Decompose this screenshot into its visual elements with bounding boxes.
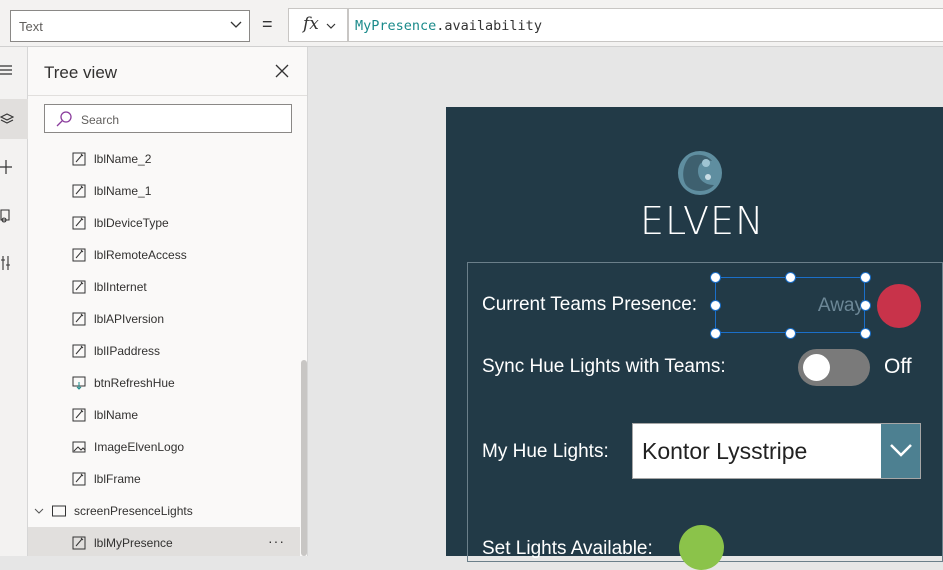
divider (28, 95, 307, 96)
hamburger-icon[interactable] (0, 51, 28, 91)
presence-value-selected[interactable]: Away (715, 277, 865, 333)
tree-item[interactable]: lblRemoteAccess (28, 239, 300, 271)
chevron-down-icon (890, 444, 912, 457)
tree-view-panel: Tree view Search lblName_2 lblName_1 lbl… (28, 47, 308, 556)
tree-item-label: lblName (94, 408, 139, 422)
close-icon[interactable] (274, 63, 290, 79)
controls-icon[interactable] (0, 243, 28, 283)
tree-item[interactable]: lblFrame (28, 463, 300, 495)
tree-item[interactable]: lblName_1 (28, 175, 300, 207)
dropdown-value: Kontor Lysstripe (642, 438, 808, 464)
tree-item-label: lblDeviceType (94, 216, 169, 230)
property-select-value: Text (19, 19, 43, 34)
tree-items: lblName_2 lblName_1 lblDeviceType lblRem… (28, 143, 300, 556)
fx-button[interactable]: fx (288, 8, 348, 42)
label-icon (72, 248, 86, 262)
plus-icon[interactable] (0, 147, 28, 187)
elven-logo-icon (678, 151, 722, 195)
tree-item-label: lblFrame (94, 472, 141, 486)
label-icon (72, 184, 86, 198)
tree-item-selected[interactable]: lblMyPresence ··· (28, 527, 300, 556)
tree-item[interactable]: ImageElvenLogo (28, 431, 300, 463)
resize-handle[interactable] (710, 328, 721, 339)
screen-icon (52, 505, 66, 517)
label-icon (72, 408, 86, 422)
tree-item-label: ImageElvenLogo (94, 440, 185, 454)
tree-item[interactable]: btnRefreshHue (28, 367, 300, 399)
chevron-down-icon[interactable] (34, 506, 44, 516)
sync-toggle[interactable] (798, 349, 870, 386)
property-select[interactable]: Text (10, 10, 250, 42)
tree-item-label: lblName_2 (94, 152, 152, 166)
tree-item[interactable]: lblAPIversion (28, 303, 300, 335)
more-options-icon[interactable]: ··· (268, 533, 285, 549)
sync-toggle-state: Off (884, 355, 912, 378)
search-placeholder: Search (81, 113, 120, 127)
label-icon (72, 472, 86, 486)
tree-item[interactable]: lblDeviceType (28, 207, 300, 239)
tree-item[interactable]: lblName (28, 399, 300, 431)
resize-handle[interactable] (860, 328, 871, 339)
app-screen: ELVEN Current Teams Presence: Away Sync … (446, 107, 943, 570)
toggle-knob (803, 354, 830, 381)
tree-item-label: btnRefreshHue (94, 376, 175, 390)
label-icon (72, 312, 86, 326)
presence-status-circle (877, 284, 921, 328)
tree-item-screen[interactable]: screenPresenceLights (28, 495, 300, 527)
tree-scrollbar[interactable] (301, 360, 307, 556)
tree-item-label: screenPresenceLights (74, 504, 193, 518)
formula-member: .availability (436, 18, 542, 34)
resize-handle[interactable] (710, 300, 721, 311)
button-icon (72, 376, 86, 390)
label-icon (72, 344, 86, 358)
tree-item-label: lblMyPresence (94, 536, 173, 550)
tree-item-label: lblAPIversion (94, 312, 165, 326)
chevron-down-icon (230, 21, 242, 28)
tree-view-title: Tree view (44, 63, 118, 82)
formula-input[interactable]: MyPresence.availability (348, 8, 943, 42)
set-available-button[interactable] (679, 525, 724, 570)
chevron-down-icon (326, 23, 336, 29)
tree-item[interactable]: lblName_2 (28, 143, 300, 175)
resize-handle[interactable] (860, 272, 871, 283)
resize-handle[interactable] (710, 272, 721, 283)
formula-bar: Text = fx MyPresence.availability (0, 0, 943, 47)
presence-label: Current Teams Presence: (482, 294, 698, 315)
label-icon (72, 280, 86, 294)
set-available-label: Set Lights Available: (482, 538, 653, 559)
tree-item[interactable]: lblInternet (28, 271, 300, 303)
fx-icon: fx (303, 14, 319, 34)
formula-identifier: MyPresence (355, 18, 437, 34)
search-icon (56, 111, 72, 127)
sync-label: Sync Hue Lights with Teams: (482, 356, 726, 377)
tree-search-input[interactable]: Search (44, 104, 292, 133)
resize-handle[interactable] (785, 328, 796, 339)
tree-item[interactable]: lblIPaddress (28, 335, 300, 367)
presence-value: Away (817, 295, 864, 316)
equals-sign: = (262, 14, 273, 34)
tree-item-label: lblInternet (94, 280, 147, 294)
dropdown-button[interactable] (881, 424, 920, 478)
tree-item-label: lblRemoteAccess (94, 248, 187, 262)
media-icon[interactable] (0, 195, 28, 235)
label-icon (72, 536, 86, 550)
logo-wordmark: ELVEN (640, 199, 765, 243)
layers-icon[interactable] (0, 99, 28, 139)
resize-handle[interactable] (860, 300, 871, 311)
hue-lights-dropdown[interactable]: Kontor Lysstripe (632, 423, 921, 479)
tree-item-label: lblIPaddress (94, 344, 161, 358)
image-icon (72, 441, 86, 453)
left-rail (0, 47, 28, 556)
label-icon (72, 216, 86, 230)
label-icon (72, 152, 86, 166)
tree-item-label: lblName_1 (94, 184, 152, 198)
resize-handle[interactable] (785, 272, 796, 283)
hue-lights-label: My Hue Lights: (482, 441, 609, 462)
